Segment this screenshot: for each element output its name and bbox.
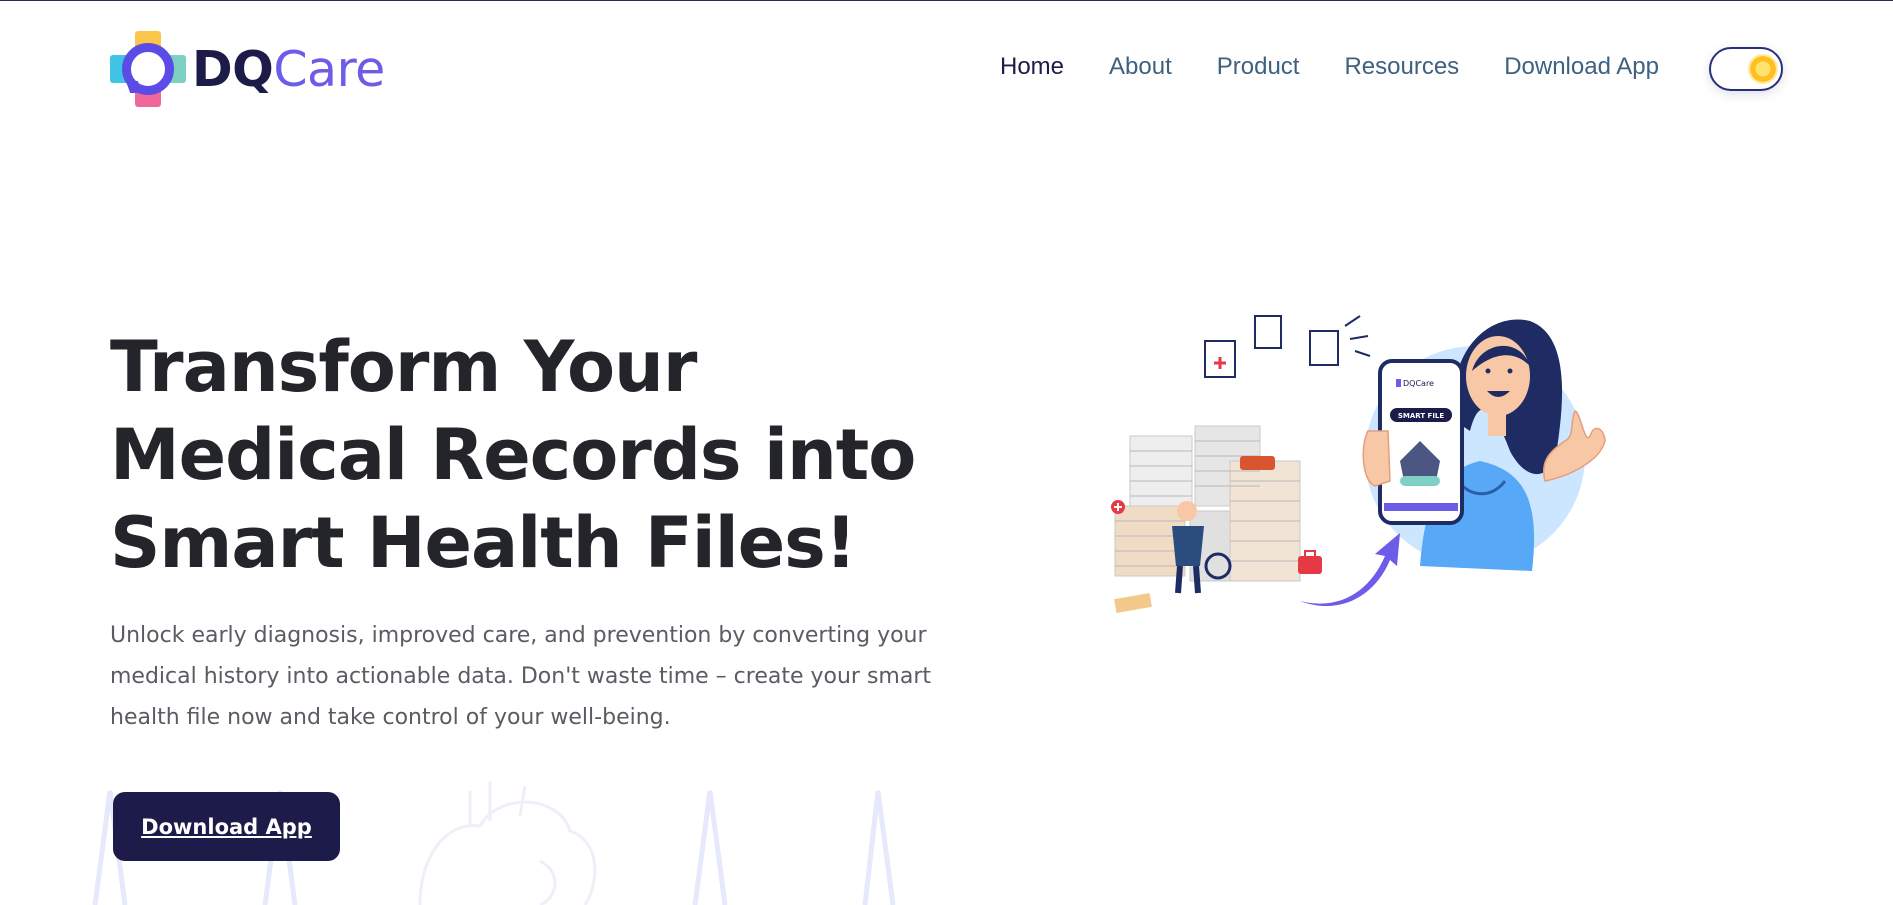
theme-toggle[interactable] bbox=[1709, 47, 1783, 91]
svg-text:DQCare: DQCare bbox=[1403, 379, 1434, 388]
download-app-button[interactable]: Download App bbox=[113, 792, 340, 861]
nav-download-app[interactable]: Download App bbox=[1504, 53, 1659, 81]
hero-illustration: DQCare SMART FILE bbox=[1111, 315, 1606, 614]
logo-mark-icon bbox=[110, 31, 186, 107]
nav-product[interactable]: Product bbox=[1217, 53, 1300, 81]
nav-resources[interactable]: Resources bbox=[1344, 53, 1459, 81]
sun-icon bbox=[1748, 54, 1778, 84]
hero-title: Transform Your Medical Records into Smar… bbox=[110, 326, 916, 584]
brand-logo[interactable]: DQCare bbox=[110, 31, 385, 107]
nav-home[interactable]: Home bbox=[1000, 53, 1064, 81]
svg-text:SMART FILE: SMART FILE bbox=[1398, 412, 1445, 420]
nav-about[interactable]: About bbox=[1109, 53, 1172, 81]
hero-subtitle: Unlock early diagnosis, improved care, a… bbox=[110, 623, 931, 730]
main-nav: Home About Product Resources Download Ap… bbox=[1000, 53, 1704, 81]
logo-text: DQCare bbox=[192, 40, 385, 98]
